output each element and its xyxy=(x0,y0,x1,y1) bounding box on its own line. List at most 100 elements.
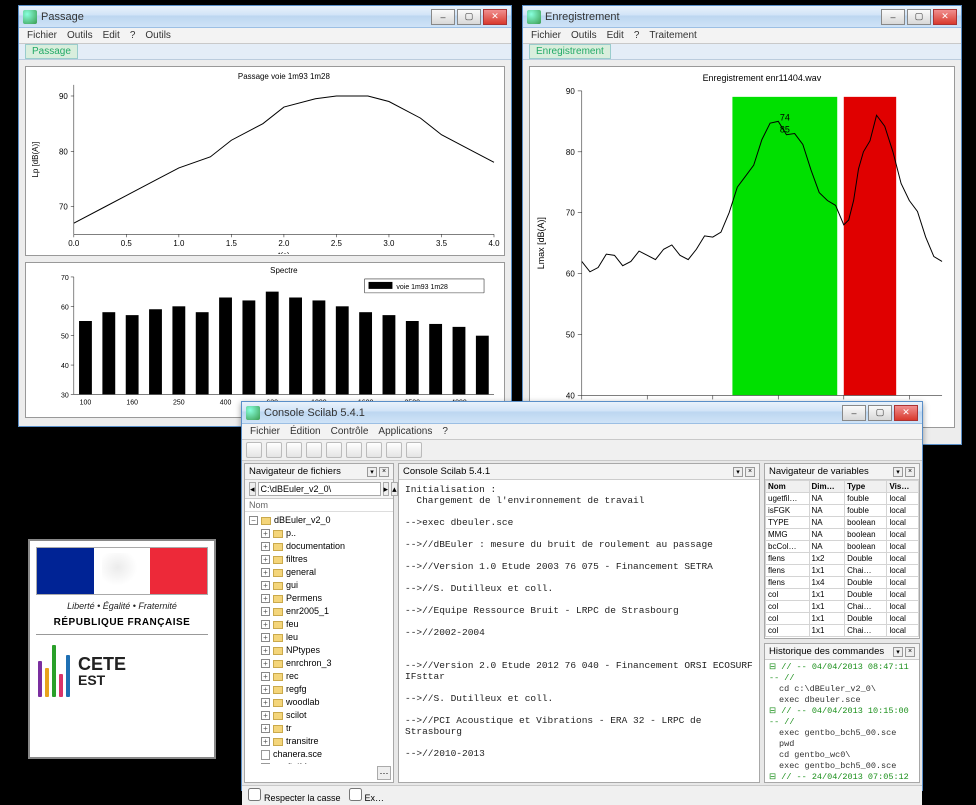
app-icon xyxy=(23,10,37,24)
titlebar[interactable]: Enregistrement – ▢ ✕ xyxy=(523,6,961,28)
case-checkbox[interactable]: Respecter la casse xyxy=(248,788,341,803)
table-row[interactable]: flens1x2Doublelocal xyxy=(766,553,919,565)
tool-help-icon[interactable] xyxy=(406,442,422,458)
maximize-button[interactable]: ▢ xyxy=(457,9,481,25)
folder-item[interactable]: +scilot xyxy=(247,709,391,722)
table-row[interactable]: col1x1Chai…local xyxy=(766,625,919,637)
file-list[interactable]: −dBEuler_v2_0+p..+documentation+filtres+… xyxy=(245,512,393,764)
close-button[interactable]: ✕ xyxy=(933,9,957,25)
enregistrement-chart: 74850246810405060708090Enregistrement en… xyxy=(529,66,955,428)
minimize-button[interactable]: – xyxy=(842,405,866,421)
menu-outils[interactable]: Outils xyxy=(67,30,93,41)
file-item[interactable]: chanera.sce xyxy=(247,748,391,761)
table-row[interactable]: flens1x1Chai…local xyxy=(766,565,919,577)
folder-item[interactable]: +enr2005_1 xyxy=(247,605,391,618)
tool-run-icon[interactable] xyxy=(346,442,362,458)
file-filter-button[interactable]: ⋯ xyxy=(377,766,391,780)
menu-edit[interactable]: Edit xyxy=(607,30,624,41)
menubar[interactable]: Fichier Édition Contrôle Applications ? xyxy=(242,424,922,440)
console-panel: Console Scilab 5.4.1 ▾× Initialisation :… xyxy=(398,463,760,783)
close-panel-icon[interactable]: × xyxy=(905,647,915,657)
maximize-button[interactable]: ▢ xyxy=(907,9,931,25)
menu-edition[interactable]: Édition xyxy=(290,426,321,437)
menu-fichier[interactable]: Fichier xyxy=(27,30,57,41)
folder-item[interactable]: +enrchron_3 xyxy=(247,657,391,670)
unpin-icon[interactable]: ▾ xyxy=(893,467,903,477)
folder-item[interactable]: +rec xyxy=(247,670,391,683)
close-panel-icon[interactable]: × xyxy=(905,467,915,477)
tool-cut-icon[interactable] xyxy=(266,442,282,458)
menu-traitement[interactable]: Traitement xyxy=(649,30,696,41)
toolbar[interactable] xyxy=(242,440,922,461)
menu-fichier[interactable]: Fichier xyxy=(531,30,561,41)
unpin-icon[interactable]: ▾ xyxy=(367,467,377,477)
folder-item[interactable]: +general xyxy=(247,566,391,579)
menu-fichier[interactable]: Fichier xyxy=(250,426,280,437)
maximize-button[interactable]: ▢ xyxy=(868,405,892,421)
close-panel-icon[interactable]: × xyxy=(745,467,755,477)
menu-help[interactable]: ? xyxy=(634,30,640,41)
address-input[interactable] xyxy=(258,482,381,496)
go-icon[interactable]: ▸ xyxy=(383,482,390,496)
close-button[interactable]: ✕ xyxy=(894,405,918,421)
menu-edit[interactable]: Edit xyxy=(103,30,120,41)
tab-enregistrement[interactable]: Enregistrement xyxy=(529,44,611,59)
close-button[interactable]: ✕ xyxy=(483,9,507,25)
minimize-button[interactable]: – xyxy=(881,9,905,25)
folder-item[interactable]: +gui xyxy=(247,579,391,592)
menubar[interactable]: Fichier Outils Edit ? Traitement xyxy=(523,28,961,44)
tool-atoms-icon[interactable] xyxy=(386,442,402,458)
menu-applications[interactable]: Applications xyxy=(378,426,432,437)
menu-help[interactable]: ? xyxy=(442,426,448,437)
regex-checkbox[interactable]: Ex… xyxy=(349,788,385,803)
tab-passage[interactable]: Passage xyxy=(25,44,78,59)
app-icon xyxy=(246,406,260,420)
svg-text:400: 400 xyxy=(220,399,232,406)
tool-open-icon[interactable] xyxy=(246,442,262,458)
back-icon[interactable]: ◂ xyxy=(249,482,256,496)
folder-item[interactable]: +p.. xyxy=(247,527,391,540)
menu-outils[interactable]: Outils xyxy=(571,30,597,41)
table-row[interactable]: col1x1Chai…local xyxy=(766,601,919,613)
console-output[interactable]: Initialisation : Chargement de l'environ… xyxy=(399,480,759,782)
passage-spectrum-chart: 1001602504006301000160025004000304050607… xyxy=(25,262,505,418)
menubar[interactable]: Fichier Outils Edit ? Outils xyxy=(19,28,511,44)
folder-item[interactable]: +NPtypes xyxy=(247,644,391,657)
variable-table[interactable]: NomDim…TypeVis…ugetfil…NAfoublelocalisFG… xyxy=(765,480,919,638)
unpin-icon[interactable]: ▾ xyxy=(733,467,743,477)
folder-item[interactable]: +regfg xyxy=(247,683,391,696)
folder-item[interactable]: +feu xyxy=(247,618,391,631)
table-row[interactable]: TYPENAbooleanlocal xyxy=(766,517,919,529)
tool-paste-icon[interactable] xyxy=(306,442,322,458)
history-list[interactable]: ⊟ // -- 04/04/2013 08:47:11 -- //cd c:\d… xyxy=(765,660,919,782)
table-row[interactable]: bcCol…NAbooleanlocal xyxy=(766,541,919,553)
folder-item[interactable]: +filtres xyxy=(247,553,391,566)
close-panel-icon[interactable]: × xyxy=(379,467,389,477)
table-row[interactable]: col1x1Doublelocal xyxy=(766,589,919,601)
titlebar[interactable]: Passage – ▢ ✕ xyxy=(19,6,511,28)
tool-copy-icon[interactable] xyxy=(286,442,302,458)
table-row[interactable]: MMGNAbooleanlocal xyxy=(766,529,919,541)
minimize-button[interactable]: – xyxy=(431,9,455,25)
folder-item[interactable]: +Permens xyxy=(247,592,391,605)
menu-outils2[interactable]: Outils xyxy=(145,30,171,41)
tool-pref-icon[interactable] xyxy=(366,442,382,458)
column-header: Nom xyxy=(245,499,393,512)
folder-item[interactable]: +leu xyxy=(247,631,391,644)
unpin-icon[interactable]: ▾ xyxy=(893,647,903,657)
window-title: Passage xyxy=(41,11,84,23)
table-row[interactable]: col1x1Doublelocal xyxy=(766,613,919,625)
table-row[interactable]: ugetfil…NAfoublelocal xyxy=(766,493,919,505)
menu-help[interactable]: ? xyxy=(130,30,136,41)
folder-item[interactable]: +tr xyxy=(247,722,391,735)
titlebar[interactable]: Console Scilab 5.4.1 – ▢ ✕ xyxy=(242,402,922,424)
folder-item[interactable]: +transitre xyxy=(247,735,391,748)
menu-controle[interactable]: Contrôle xyxy=(331,426,369,437)
up-icon[interactable]: ▴ xyxy=(391,482,398,496)
table-row[interactable]: isFGKNAfoublelocal xyxy=(766,505,919,517)
folder-item[interactable]: +documentation xyxy=(247,540,391,553)
folder-item[interactable]: +woodlab xyxy=(247,696,391,709)
tool-print-icon[interactable] xyxy=(326,442,342,458)
svg-text:Enregistrement enr11404.wav: Enregistrement enr11404.wav xyxy=(703,73,822,83)
table-row[interactable]: flens1x4Doublelocal xyxy=(766,577,919,589)
